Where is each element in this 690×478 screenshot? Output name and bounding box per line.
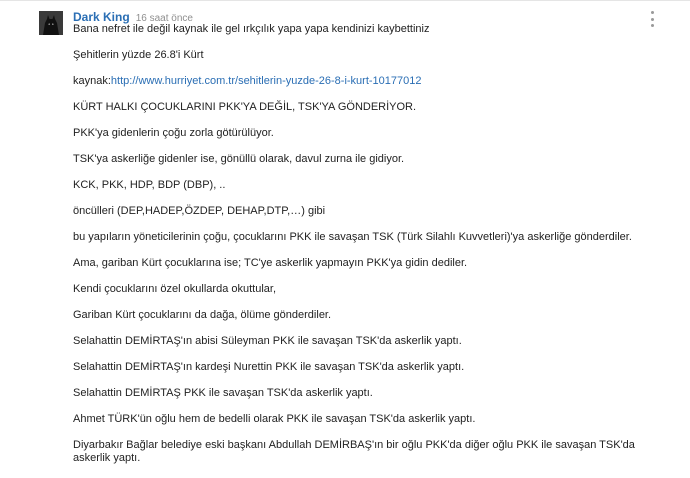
comment-paragraph: Ama, gariban Kürt çocuklarına ise; TC'ye…: [73, 257, 468, 269]
comment-paragraph: Şehitlerin yüzde 26.8'i Kürt: [73, 49, 204, 61]
avatar[interactable]: [39, 11, 63, 35]
comment-text: Bana nefret ile değil kaynak ile gel ırk…: [73, 23, 663, 478]
comment-paragraph: Kendi çocuklarını özel okullarda okuttul…: [73, 283, 277, 295]
comment-paragraph: Selahattin DEMİRTAŞ PKK ile savaşan TSK'…: [73, 387, 373, 399]
source-line: kaynak:http://www.hurriyet.com.tr/sehitl…: [73, 75, 663, 88]
author-name[interactable]: Dark King: [73, 10, 130, 24]
comment-paragraph: bu yapıların yöneticilerinin çoğu, çocuk…: [73, 231, 632, 243]
comment-paragraph: Diyarbakır Bağlar belediye eski başkanı …: [73, 439, 635, 464]
source-label: kaynak:: [73, 75, 111, 87]
comment-paragraph: Selahattin DEMİRTAŞ'ın abisi Süleyman PK…: [73, 335, 462, 347]
comment-paragraph: Gariban Kürt çocuklarını da dağa, ölüme …: [73, 309, 332, 321]
comment-paragraph: PKK'ya gidenlerin çoğu zorla götürülüyor…: [73, 127, 274, 139]
comment-paragraph: KCK, PKK, HDP, BDP (DBP), ..: [73, 179, 226, 191]
comment-card: Dark King 16 saat önce Bana nefret ile d…: [0, 0, 690, 472]
comment-paragraph: KÜRT HALKI ÇOCUKLARINI PKK'YA DEĞİL, TSK…: [73, 101, 417, 113]
comment-paragraph: TSK'ya askerliğe gidenler ise, gönüllü o…: [73, 153, 405, 165]
comment-paragraph: öncülleri (DEP,HADEP,ÖZDEP, DEHAP,DTP,…)…: [73, 205, 326, 217]
batman-avatar-icon: [39, 11, 63, 35]
comment-paragraph: Selahattin DEMİRTAŞ'ın kardeşi Nurettin …: [73, 361, 465, 373]
comment-paragraph: Bana nefret ile değil kaynak ile gel ırk…: [73, 23, 430, 35]
comment-paragraph: Ahmet TÜRK'ün oğlu hem de bedelli olarak…: [73, 413, 476, 425]
source-link[interactable]: http://www.hurriyet.com.tr/sehitlerin-yu…: [111, 75, 422, 87]
